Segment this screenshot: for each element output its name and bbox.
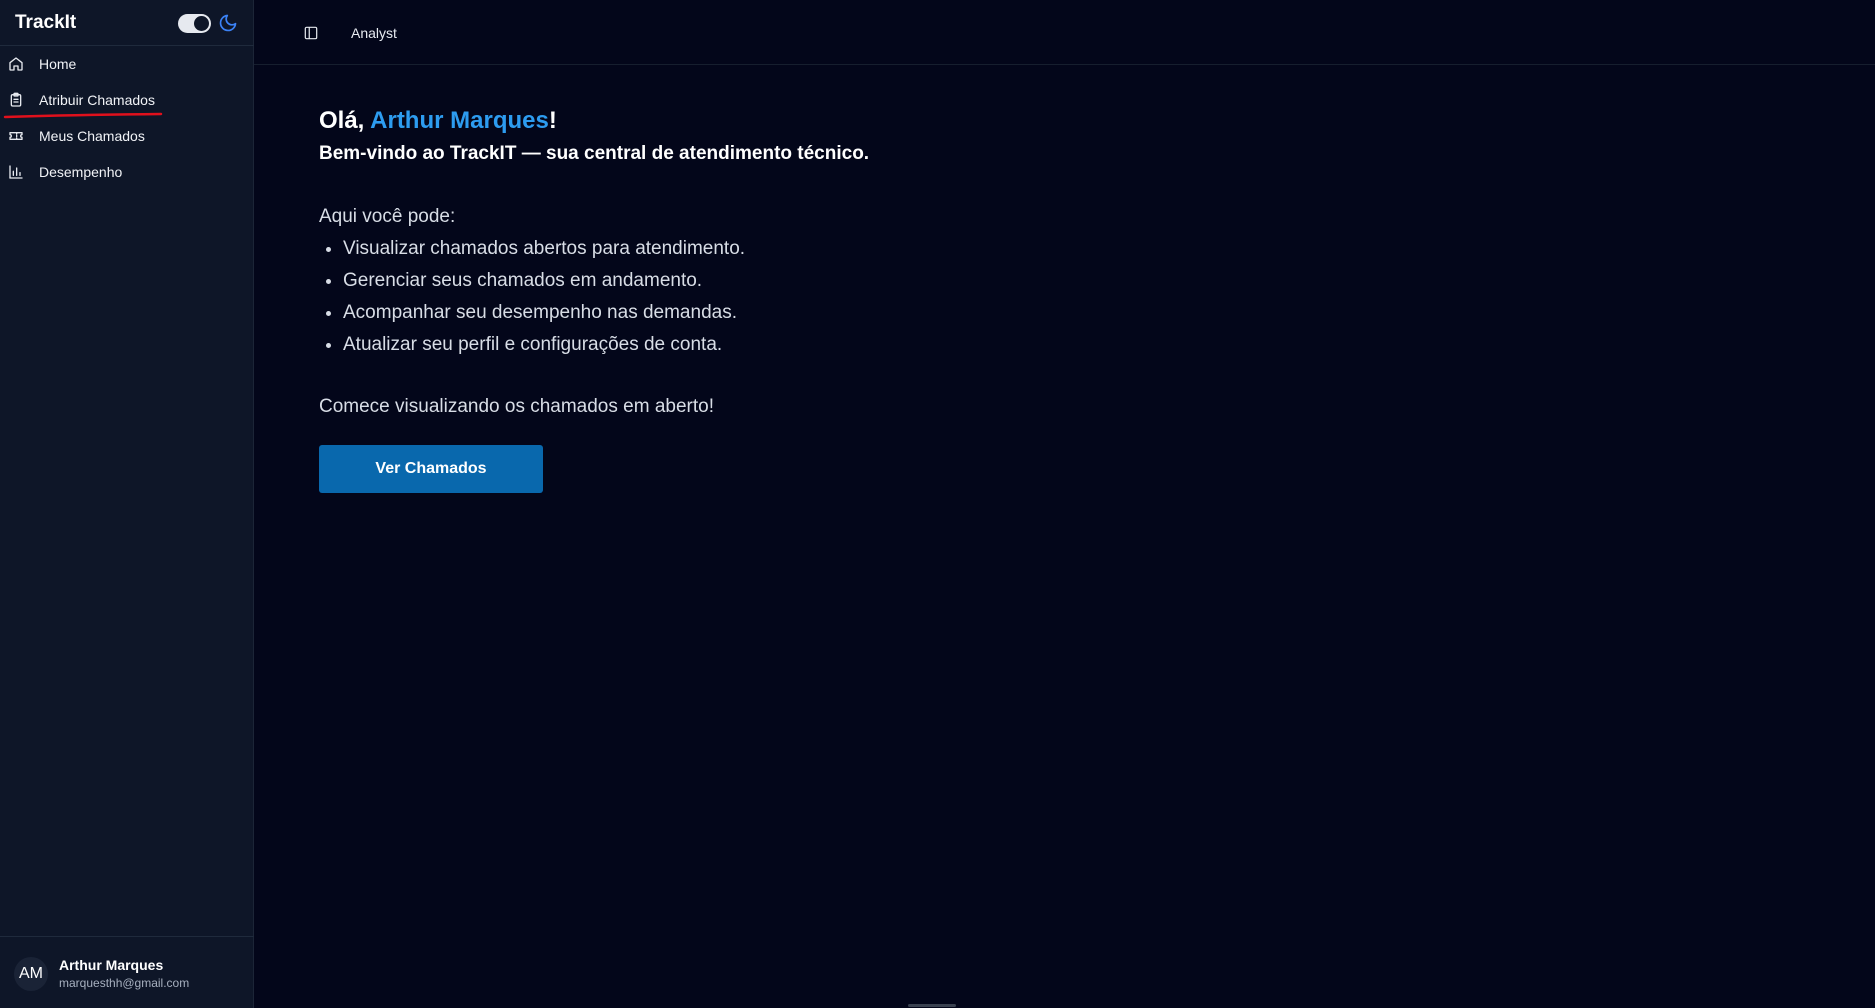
sidebar-panel-icon[interactable] xyxy=(304,26,318,40)
cta-text: Comece visualizando os chamados em abert… xyxy=(319,396,714,417)
list-item: Acompanhar seu desempenho nas demandas. xyxy=(343,297,1719,329)
sidebar-item-label: Desempenho xyxy=(39,164,123,180)
user-card[interactable]: AM Arthur Marques marquesthh@gmail.com xyxy=(0,936,254,1008)
avatar: AM xyxy=(14,957,48,991)
welcome-subtitle: Bem-vindo ao TrackIT — sua central de at… xyxy=(319,143,870,164)
moon-icon[interactable] xyxy=(218,13,238,33)
features-list: Visualizar chamados abertos para atendim… xyxy=(319,233,1719,361)
features-intro: Aqui você pode: xyxy=(319,206,456,227)
bottom-scroll-handle[interactable] xyxy=(908,1004,956,1007)
sidebar-header: TrackIt xyxy=(0,0,254,46)
sidebar-item-label: Atribuir Chamados xyxy=(39,92,155,108)
ticket-icon xyxy=(9,132,23,140)
theme-toggle[interactable] xyxy=(178,14,211,33)
sidebar-item-desempenho[interactable]: Desempenho xyxy=(0,154,254,190)
main-content: Olá, Arthur Marques! Bem-vindo ao TrackI… xyxy=(319,105,1719,493)
list-item: Visualizar chamados abertos para atendim… xyxy=(343,233,1719,265)
greeting-heading: Olá, Arthur Marques! xyxy=(319,105,1719,137)
sidebar-item-atribuir-chamados[interactable]: Atribuir Chamados xyxy=(0,82,254,119)
greeting-prefix: Olá, xyxy=(319,107,371,134)
brand-title: TrackIt xyxy=(15,12,77,33)
bar-chart-icon xyxy=(9,165,23,179)
sidebar-item-meus-chamados[interactable]: Meus Chamados xyxy=(0,118,254,154)
sidebar-item-label: Meus Chamados xyxy=(39,128,145,144)
home-icon xyxy=(9,57,23,71)
sidebar: TrackIt Home Atribuir Chamados Meus Cham… xyxy=(0,0,254,1008)
ver-chamados-button[interactable]: Ver Chamados xyxy=(319,445,543,493)
sidebar-item-label: Home xyxy=(39,56,77,72)
sidebar-item-home[interactable]: Home xyxy=(0,46,254,82)
list-item: Atualizar seu perfil e configurações de … xyxy=(343,329,1719,361)
clipboard-icon xyxy=(10,92,22,107)
sidebar-nav: Home Atribuir Chamados Meus Chamados Des… xyxy=(0,46,254,190)
app-root: TrackIt Home Atribuir Chamados Meus Cham… xyxy=(0,0,1875,1008)
user-name: Arthur Marques xyxy=(59,957,164,973)
user-email: marquesthh@gmail.com xyxy=(59,976,190,990)
greeting-user-name: Arthur Marques xyxy=(370,107,549,134)
theme-toggle-knob xyxy=(194,16,209,31)
list-item: Gerenciar seus chamados em andamento. xyxy=(343,265,1719,297)
topbar: Analyst xyxy=(254,0,1875,65)
breadcrumb: Analyst xyxy=(351,25,397,41)
greeting-suffix: ! xyxy=(548,107,557,134)
